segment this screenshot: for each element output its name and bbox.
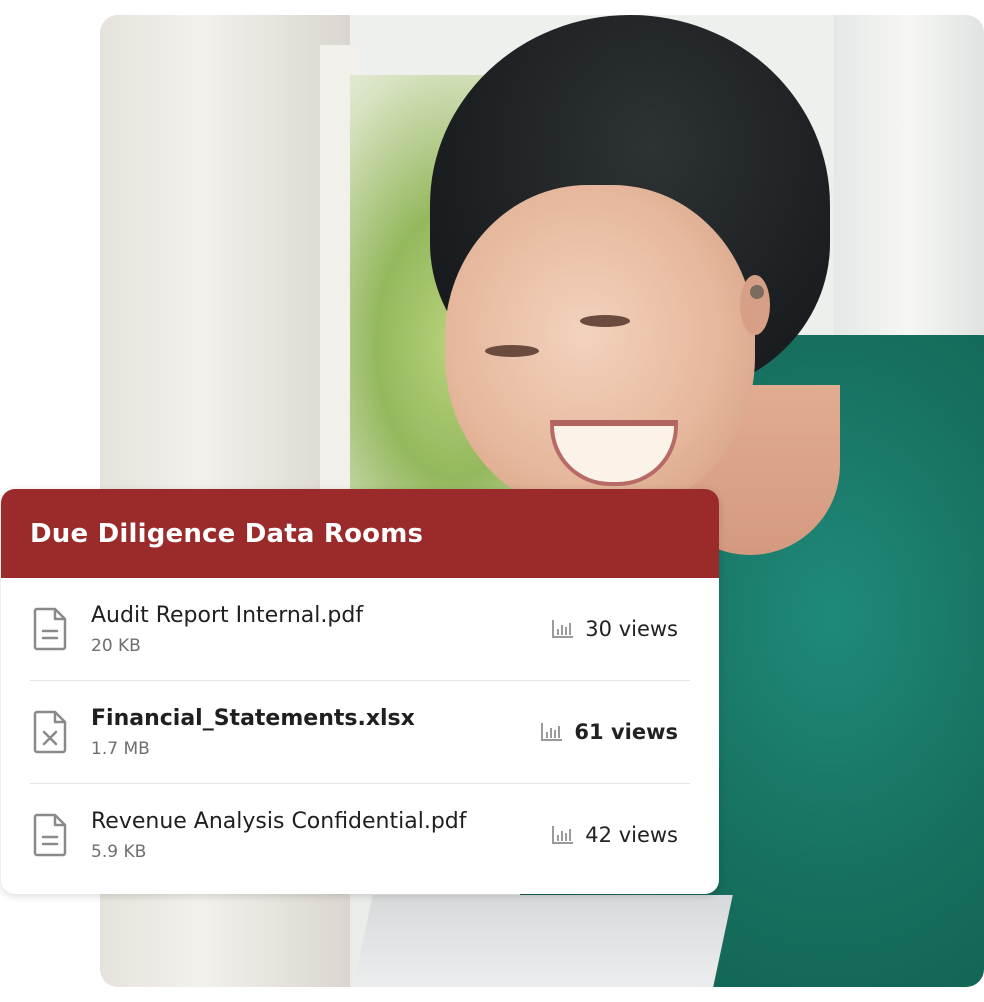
- spreadsheet-document-icon: [33, 710, 67, 754]
- pdf-document-icon: [33, 813, 67, 857]
- file-name: Audit Report Internal.pdf: [91, 602, 364, 628]
- bar-chart-icon: [552, 620, 574, 638]
- person-ear: [740, 275, 770, 335]
- file-row[interactable]: Audit Report Internal.pdf 20 KB 30 views: [30, 578, 690, 681]
- pdf-document-icon: [33, 607, 67, 651]
- person-eye: [580, 315, 630, 327]
- data-room-card: Due Diligence Data Rooms Audit Report In…: [1, 489, 719, 894]
- file-row[interactable]: Financial_Statements.xlsx 1.7 MB 61 view…: [30, 681, 690, 784]
- file-size: 1.7 MB: [91, 738, 150, 759]
- file-meta: Audit Report Internal.pdf 20 KB: [91, 603, 551, 656]
- file-size: 5.9 KB: [91, 841, 147, 862]
- laptop: [347, 895, 733, 987]
- file-name: Revenue Analysis Confidential.pdf: [91, 808, 467, 834]
- card-title: Due Diligence Data Rooms: [30, 518, 424, 549]
- person-earring: [750, 285, 764, 299]
- file-row[interactable]: Revenue Analysis Confidential.pdf 5.9 KB…: [30, 784, 690, 886]
- card-header: Due Diligence Data Rooms: [1, 489, 719, 578]
- file-size: 20 KB: [91, 635, 141, 656]
- view-count: 30 views: [551, 617, 678, 641]
- bar-chart-icon: [552, 826, 574, 844]
- bar-chart-icon: [541, 723, 563, 741]
- view-count: 61 views: [540, 720, 678, 744]
- person-eye: [485, 345, 539, 357]
- view-count-label: 61 views: [574, 720, 678, 744]
- view-count-label: 42 views: [585, 823, 678, 847]
- file-meta: Financial_Statements.xlsx 1.7 MB: [91, 706, 540, 759]
- view-count: 42 views: [551, 823, 678, 847]
- file-meta: Revenue Analysis Confidential.pdf 5.9 KB: [91, 809, 551, 862]
- view-count-label: 30 views: [585, 617, 678, 641]
- file-list: Audit Report Internal.pdf 20 KB 30 views: [1, 578, 719, 886]
- file-name: Financial_Statements.xlsx: [91, 705, 415, 731]
